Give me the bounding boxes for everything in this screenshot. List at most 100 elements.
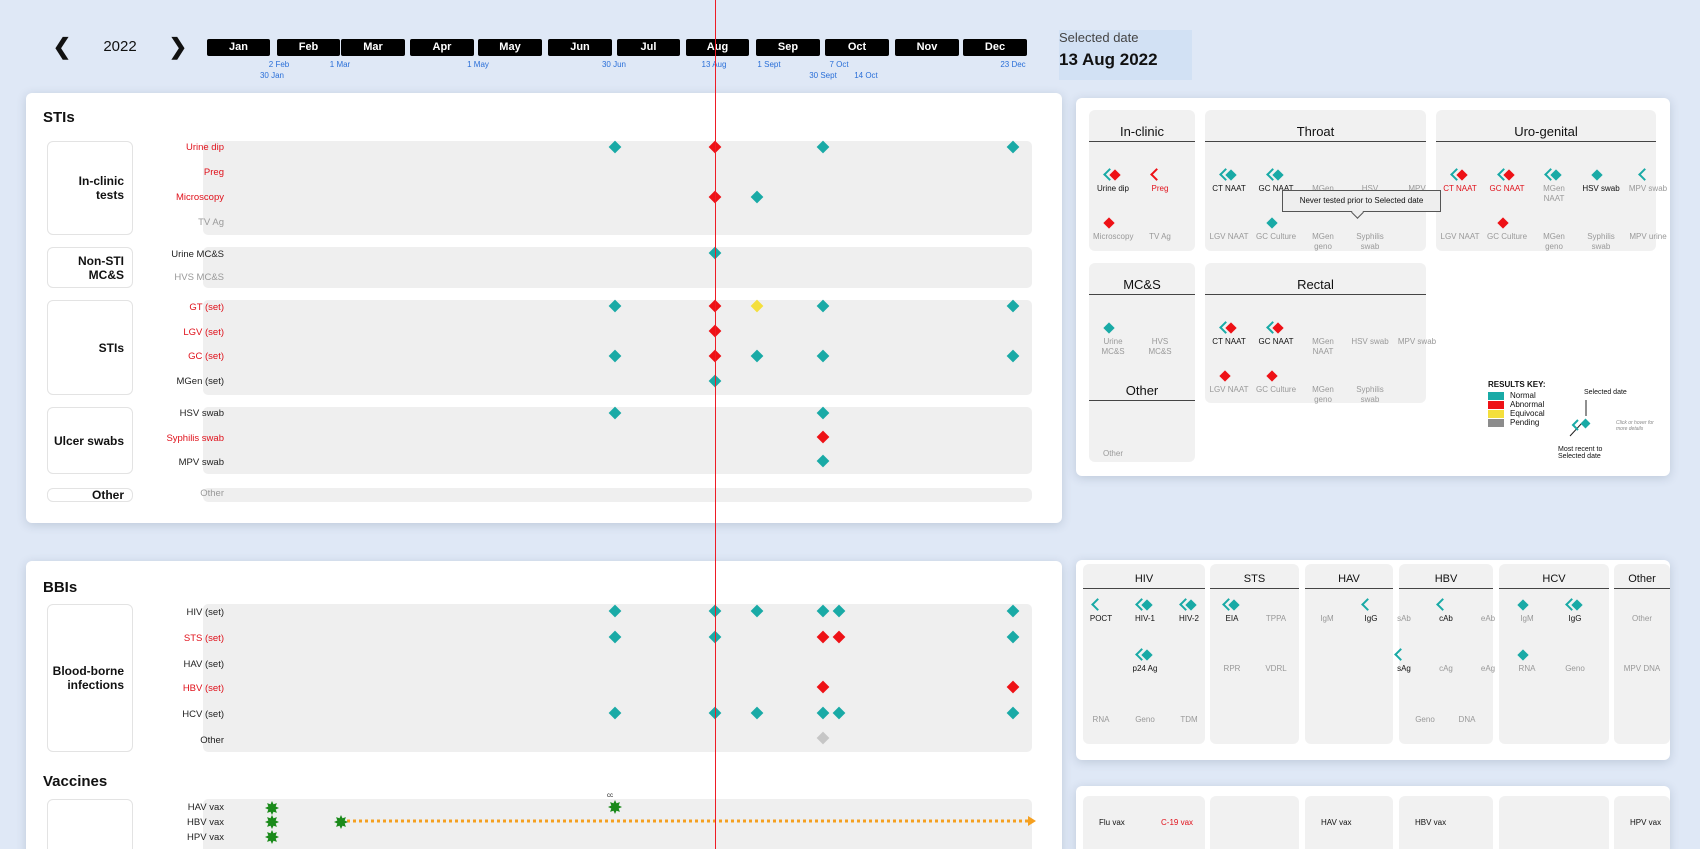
chevron-right-icon[interactable]: ❯: [164, 30, 192, 64]
test-tile[interactable]: MGen geno: [1303, 369, 1343, 405]
test-tile[interactable]: sAg: [1384, 648, 1424, 674]
test-tile[interactable]: Preg: [1140, 168, 1180, 194]
test-tile[interactable]: LGV NAAT: [1440, 216, 1480, 242]
test-tile[interactable]: Urine dip: [1093, 168, 1133, 194]
test-tile[interactable]: MGen geno: [1303, 216, 1343, 252]
test-tile[interactable]: VDRL: [1256, 648, 1296, 674]
test-tile[interactable]: HIV-2: [1169, 598, 1209, 624]
test-tile[interactable]: Geno: [1405, 699, 1445, 725]
vax-tile-label[interactable]: C-19 vax: [1161, 818, 1195, 828]
test-tile[interactable]: sAb: [1384, 598, 1424, 624]
test-tile[interactable]: Syphilis swab: [1350, 369, 1390, 405]
test-tile[interactable]: GC Culture: [1487, 216, 1527, 242]
vax-tile-label[interactable]: Flu vax: [1099, 818, 1133, 828]
group-other: Other: [47, 488, 133, 502]
test-tile[interactable]: Urine MC&S: [1093, 321, 1133, 357]
panel-rule: [1210, 588, 1299, 589]
vaccine-marker[interactable]: [334, 815, 348, 829]
test-tile[interactable]: LGV NAAT: [1209, 369, 1249, 395]
test-tile[interactable]: Other: [1622, 598, 1662, 624]
test-tile[interactable]: TPPA: [1256, 598, 1296, 624]
test-tile[interactable]: HSV swab: [1350, 321, 1390, 347]
results-key-title: RESULTS KEY:: [1488, 380, 1546, 389]
test-tile[interactable]: RNA: [1081, 699, 1121, 725]
vaccine-marker[interactable]: [608, 800, 622, 814]
vaccine-marker[interactable]: [265, 815, 279, 829]
test-tile[interactable]: IgM: [1307, 598, 1347, 624]
test-tile[interactable]: LGV NAAT: [1209, 216, 1249, 242]
test-label: Urine dip: [1096, 184, 1129, 193]
month-dec[interactable]: Dec: [963, 39, 1027, 56]
test-label: GC NAAT: [1489, 184, 1525, 193]
test-tile[interactable]: CT NAAT: [1209, 168, 1249, 194]
test-tile[interactable]: DNA: [1447, 699, 1487, 725]
key-most-recent-label: Most recent to Selected date: [1558, 446, 1603, 460]
chevron-left-icon[interactable]: ❮: [48, 30, 76, 64]
test-tile[interactable]: p24 Ag: [1125, 648, 1165, 674]
month-sep[interactable]: Sep: [756, 39, 820, 56]
test-tile[interactable]: Geno: [1125, 699, 1165, 725]
month-mar[interactable]: Mar: [341, 39, 405, 56]
test-tile[interactable]: HIV-1: [1125, 598, 1165, 624]
test-tile[interactable]: MPV swab: [1628, 168, 1668, 194]
vaccine-marker[interactable]: [265, 830, 279, 844]
month-nov[interactable]: Nov: [895, 39, 959, 56]
month-oct[interactable]: Oct: [825, 39, 889, 56]
panel-title: HAV: [1338, 573, 1360, 585]
test-status-icon: [1140, 168, 1180, 184]
vax-tile-label[interactable]: HPV vax: [1630, 818, 1664, 828]
test-tile[interactable]: EIA: [1212, 598, 1252, 624]
test-tile[interactable]: CT NAAT: [1209, 321, 1249, 347]
test-tile[interactable]: HVS MC&S: [1140, 321, 1180, 357]
row-track: [203, 488, 1032, 502]
panel-title: HCV: [1542, 573, 1566, 585]
test-tile[interactable]: IgG: [1555, 598, 1595, 624]
month-aug[interactable]: Aug: [686, 39, 749, 56]
test-tile[interactable]: HSV swab: [1581, 168, 1621, 194]
test-tile[interactable]: Microscopy: [1093, 216, 1133, 242]
test-status-icon: [1125, 598, 1165, 614]
test-tile[interactable]: Syphilis swab: [1581, 216, 1621, 252]
test-tile[interactable]: CT NAAT: [1440, 168, 1480, 194]
test-tile[interactable]: TV Ag: [1140, 216, 1180, 242]
month-may[interactable]: May: [478, 39, 542, 56]
test-tile[interactable]: MPV urine: [1628, 216, 1668, 242]
result-diamond-icon: [1219, 370, 1231, 382]
test-tile[interactable]: MPV DNA: [1622, 648, 1662, 674]
test-tile[interactable]: RPR: [1212, 648, 1252, 674]
test-status-icon: [1125, 648, 1165, 664]
test-status-icon: [1256, 598, 1296, 614]
month-apr[interactable]: Apr: [410, 39, 474, 56]
row-label: Syphilis swab: [166, 433, 224, 444]
test-label: DNA: [1458, 715, 1476, 724]
test-tile[interactable]: RNA: [1507, 648, 1547, 674]
vax-tile-label[interactable]: HAV vax: [1321, 818, 1355, 828]
test-tile[interactable]: MGen NAAT: [1303, 321, 1343, 357]
test-tile[interactable]: POCT: [1081, 598, 1121, 624]
summary-panel-throat: Throat CT NAAT GC NAAT MGen HSV MPV LGV NAAT GC…: [1205, 110, 1426, 251]
test-tile[interactable]: IgM: [1507, 598, 1547, 624]
test-tile[interactable]: GC NAAT: [1256, 321, 1296, 347]
panel-rule: [1499, 588, 1609, 589]
test-tile[interactable]: cAg: [1426, 648, 1466, 674]
test-tile[interactable]: Geno: [1555, 648, 1595, 674]
test-tile[interactable]: MGen geno: [1534, 216, 1574, 252]
test-status-icon: [1397, 321, 1437, 337]
month-jun[interactable]: Jun: [548, 39, 612, 56]
test-status-icon: [1426, 598, 1466, 614]
test-tile[interactable]: Other: [1093, 433, 1133, 459]
month-jan[interactable]: Jan: [207, 39, 270, 56]
test-tile[interactable]: Syphilis swab: [1350, 216, 1390, 252]
month-jul[interactable]: Jul: [617, 39, 680, 56]
test-tile[interactable]: GC Culture: [1256, 216, 1296, 242]
test-tile[interactable]: TDM: [1169, 699, 1209, 725]
month-feb[interactable]: Feb: [277, 39, 340, 56]
test-tile[interactable]: GC NAAT: [1487, 168, 1527, 194]
vaccine-marker[interactable]: [265, 801, 279, 815]
test-tile[interactable]: cAb: [1426, 598, 1466, 624]
test-tile[interactable]: MPV swab: [1397, 321, 1437, 347]
test-tile[interactable]: GC Culture: [1256, 369, 1296, 395]
vax-tile-label[interactable]: HBV vax: [1415, 818, 1449, 828]
test-tile[interactable]: MGen NAAT: [1534, 168, 1574, 204]
test-status-icon: [1507, 598, 1547, 614]
